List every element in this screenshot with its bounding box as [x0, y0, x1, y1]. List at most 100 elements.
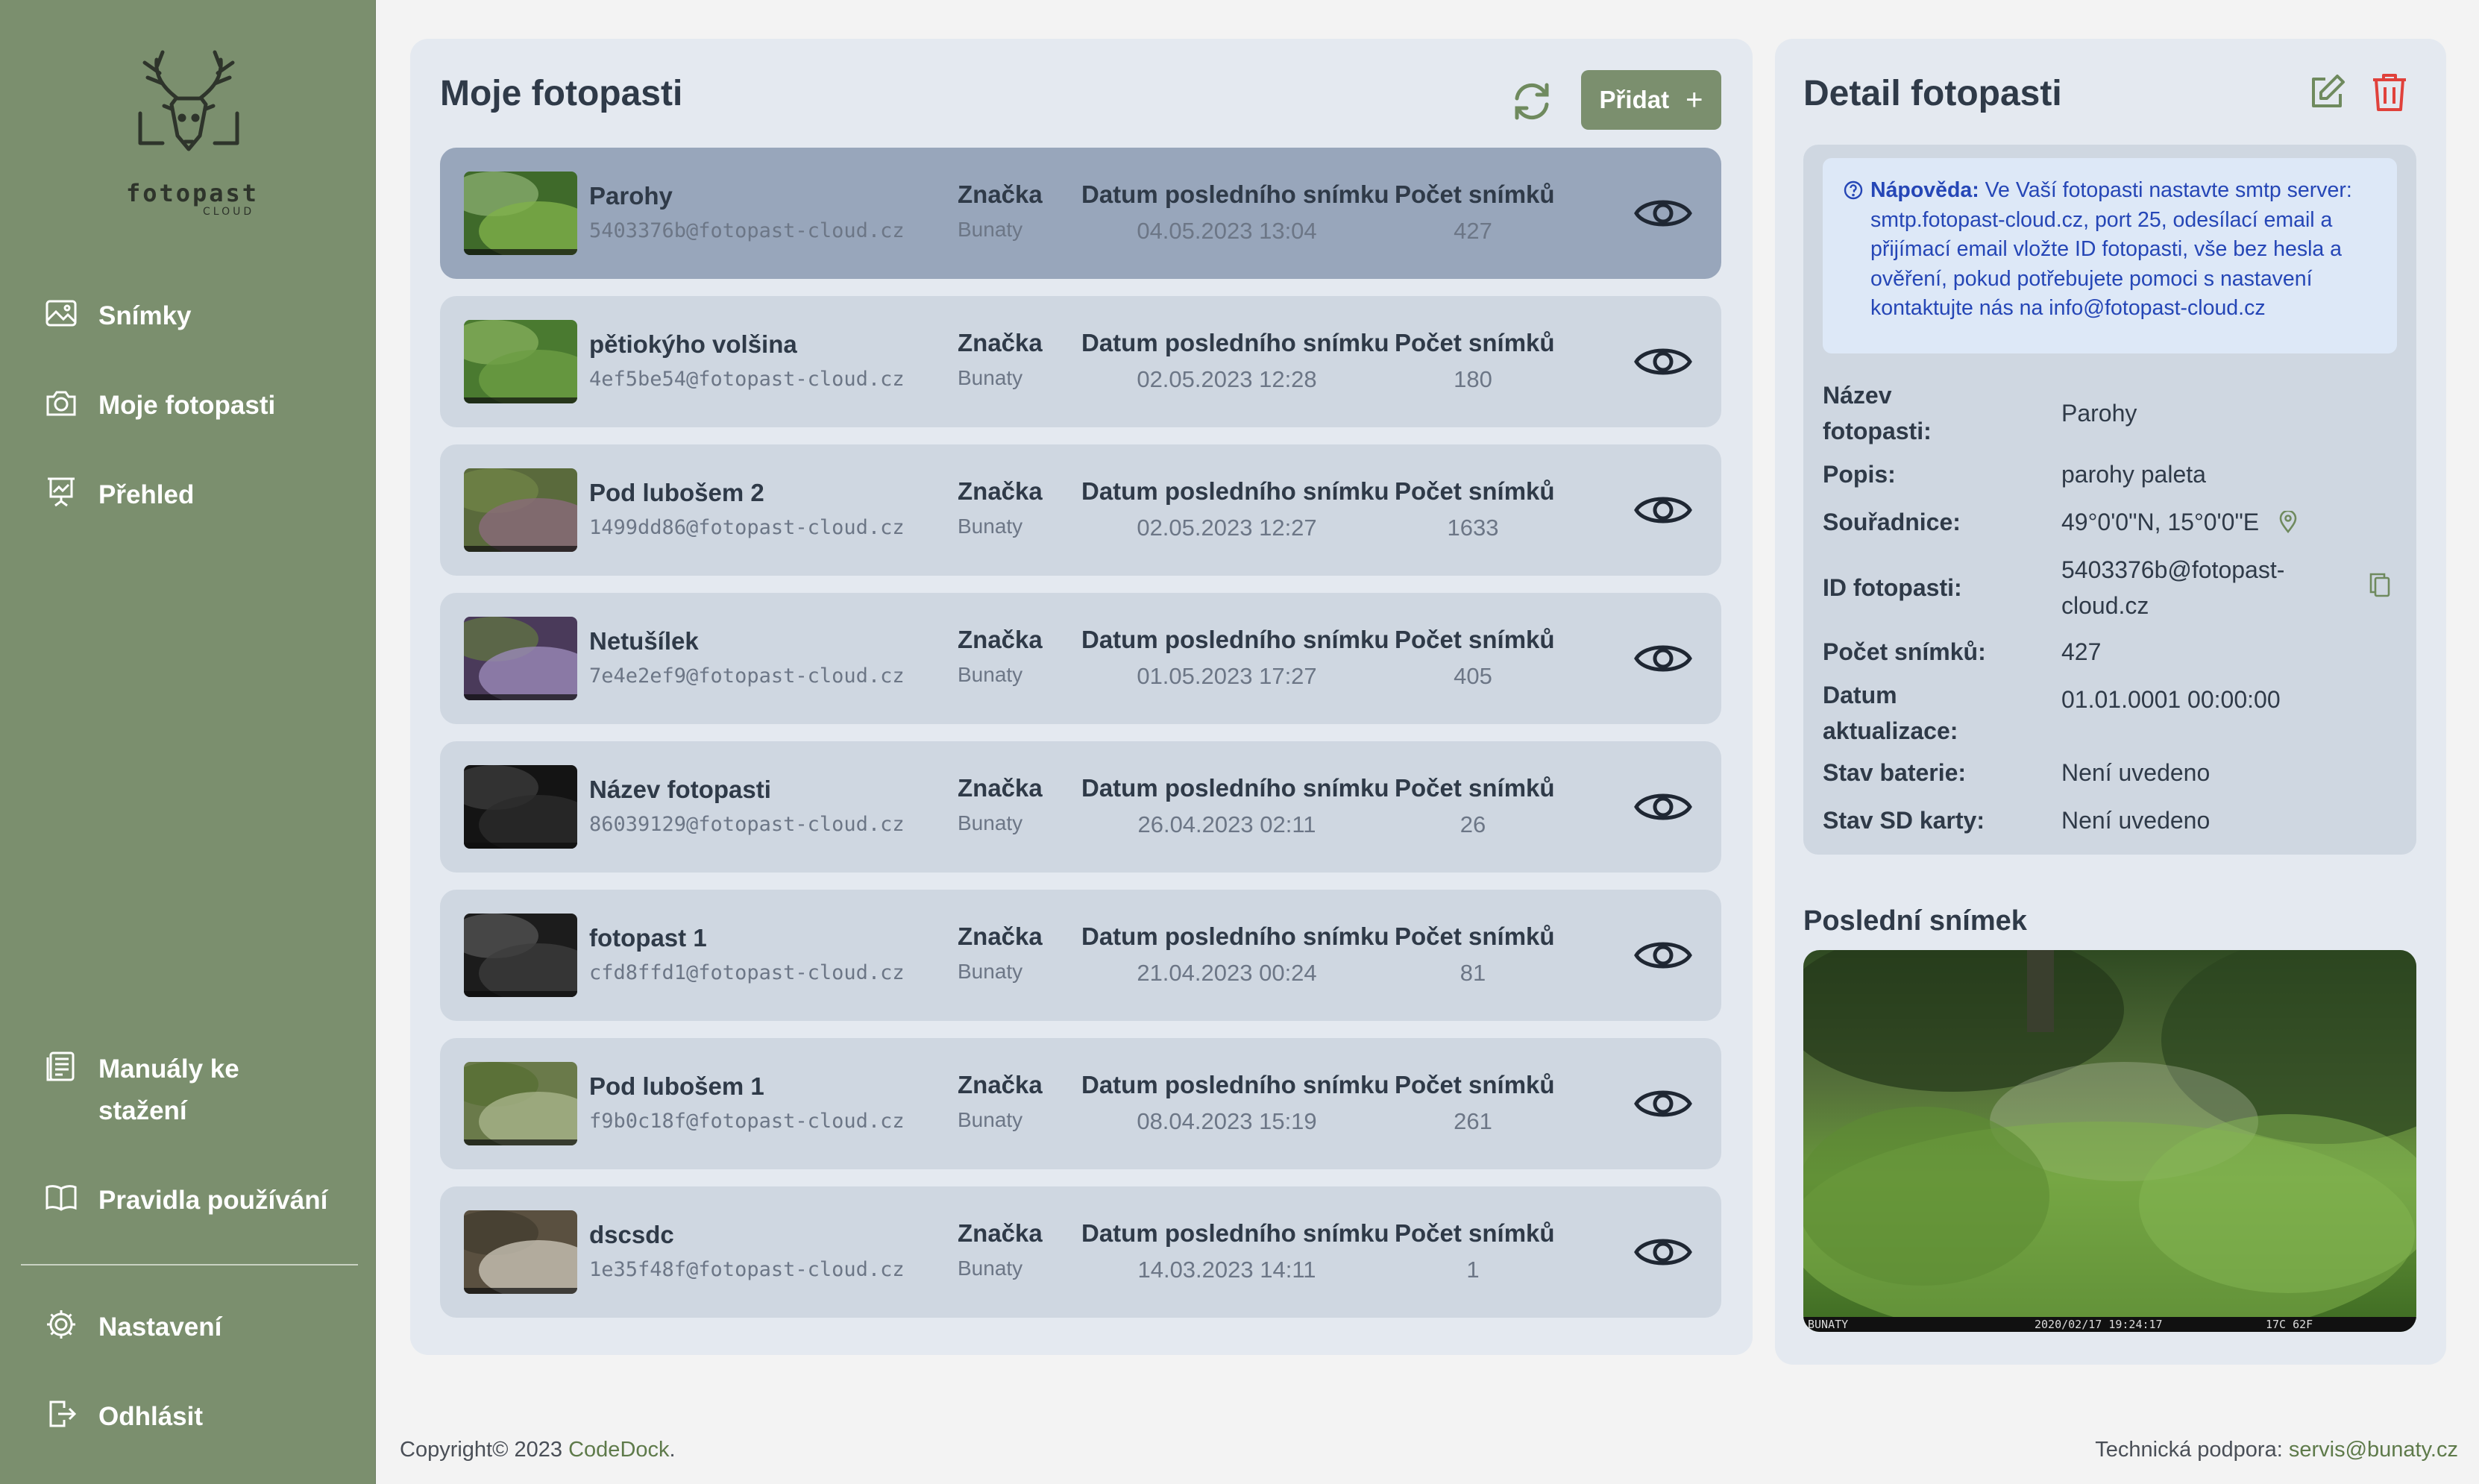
- brand-header: Značka: [958, 477, 1043, 505]
- help-label: Nápověda:: [1870, 178, 1979, 202]
- eye-icon: [1634, 1239, 1692, 1266]
- name-label-line: Název: [1823, 382, 1892, 409]
- camera-email: 4ef5be54@fotopast-cloud.cz: [589, 368, 905, 391]
- camera-email: 86039129@fotopast-cloud.cz: [589, 813, 905, 836]
- camera-row[interactable]: pětiokýho volšina 4ef5be54@fotopast-clou…: [440, 296, 1721, 427]
- copyright-prefix: Copyright© 2023: [400, 1438, 569, 1462]
- view-detail-button[interactable]: [1633, 928, 1693, 982]
- camera-thumbnail: [464, 468, 577, 552]
- camera-row[interactable]: Pod lubošem 1 f9b0c18f@fotopast-cloud.cz…: [440, 1038, 1721, 1169]
- refresh-button[interactable]: [1506, 76, 1557, 127]
- page-title: Moje fotopasti: [440, 74, 683, 113]
- last-photo-date-value: 21.04.2023 00:24: [1137, 960, 1317, 986]
- camera-icon: [43, 385, 79, 421]
- camera-thumbnail: [464, 765, 577, 849]
- document-icon: [43, 1048, 79, 1084]
- brand-value: Bunaty: [958, 960, 1023, 983]
- last-photo-date-header: Datum posledního snímku: [1081, 1219, 1389, 1247]
- photo-count-value: 26: [1460, 811, 1486, 837]
- add-camera-button[interactable]: Přidat +: [1581, 70, 1721, 130]
- nav-label: Moje fotopasti: [98, 391, 276, 420]
- nav-item-odhlasit[interactable]: Odhlásit: [43, 1396, 203, 1438]
- last-image-photo: [1803, 950, 2416, 1332]
- id-label: ID fotopasti:: [1823, 574, 1962, 601]
- brand-header: Značka: [958, 329, 1043, 356]
- view-detail-button[interactable]: [1633, 186, 1693, 240]
- stamp-datetime: 2020/02/17 19:24:17: [2035, 1318, 2163, 1331]
- eye-icon: [1634, 200, 1692, 227]
- coords-label: Souřadnice:: [1823, 509, 1961, 535]
- camera-email: 5403376b@fotopast-cloud.cz: [589, 219, 905, 242]
- camera-row[interactable]: Netušílek 7e4e2ef9@fotopast-cloud.cz Zna…: [440, 593, 1721, 724]
- app-logo[interactable]: fotopast CLOUD: [112, 46, 268, 225]
- camera-name: Netušílek: [589, 627, 699, 655]
- view-detail-button[interactable]: [1633, 780, 1693, 834]
- copy-button[interactable]: [2369, 571, 2391, 602]
- last-photo-date-value: 08.04.2023 15:19: [1137, 1108, 1317, 1134]
- brand-value: Bunaty: [958, 366, 1023, 389]
- camera-thumbnail: [464, 617, 577, 700]
- nav-label: Pravidla používání: [98, 1186, 328, 1215]
- view-detail-button[interactable]: [1633, 335, 1693, 389]
- name-label-line: fotopasti:: [1823, 418, 1932, 444]
- camera-name: Pod lubošem 2: [589, 479, 764, 506]
- last-photo-date-header: Datum posledního snímku: [1081, 1071, 1389, 1098]
- sd-value: Není uvedeno: [2061, 807, 2211, 834]
- eye-icon: [1634, 348, 1692, 375]
- presentation-chart-icon: [43, 474, 79, 510]
- last-photo-date-value: 04.05.2023 13:04: [1137, 218, 1317, 244]
- last-photo-date-header: Datum posledního snímku: [1081, 922, 1389, 950]
- detail-title: Detail fotopasti: [1803, 74, 2062, 113]
- delete-button[interactable]: [2366, 69, 2413, 116]
- view-detail-button[interactable]: [1633, 483, 1693, 537]
- view-detail-button[interactable]: [1633, 1225, 1693, 1279]
- nav-item-prehled[interactable]: Přehled: [43, 474, 194, 516]
- edit-icon: [2312, 75, 2345, 107]
- brand-header: Značka: [958, 1071, 1043, 1098]
- last-photo-date-value: 02.05.2023 12:27: [1137, 515, 1317, 541]
- photo-count-header: Počet snímků: [1395, 329, 1555, 356]
- logo-text: fotopast: [125, 179, 260, 207]
- camera-row[interactable]: Parohy 5403376b@fotopast-cloud.cz Značka…: [440, 148, 1721, 279]
- count-value: 427: [2061, 638, 2102, 665]
- nav-item-nastaveni[interactable]: Nastavení: [43, 1307, 221, 1348]
- nav-label: Odhlásit: [98, 1402, 204, 1431]
- camera-name: Pod lubošem 1: [589, 1072, 764, 1100]
- brand-value: Bunaty: [958, 663, 1023, 686]
- camera-thumbnail: [464, 1062, 577, 1145]
- updated-value: 01.01.0001 00:00:00: [2061, 686, 2281, 713]
- photo-count-value: 81: [1460, 960, 1486, 986]
- camera-thumbnail: [464, 172, 577, 255]
- eye-icon: [1634, 793, 1692, 820]
- camera-row[interactable]: Pod lubošem 2 1499dd86@fotopast-cloud.cz…: [440, 444, 1721, 576]
- last-image[interactable]: BUNATY 2020/02/17 19:24:17 17C 62F: [1803, 950, 2416, 1332]
- camera-name: fotopast 1: [589, 924, 707, 952]
- last-photo-date-value: 26.04.2023 02:11: [1137, 811, 1316, 837]
- nav-label: Přehled: [98, 480, 195, 509]
- nav-item-moje-fotopasti[interactable]: Moje fotopasti: [43, 385, 275, 427]
- camera-row[interactable]: dscsdc 1e35f48f@fotopast-cloud.cz Značka…: [440, 1186, 1721, 1318]
- brand-value: Bunaty: [958, 1257, 1023, 1280]
- nav-item-snimky[interactable]: Snímky: [43, 295, 192, 337]
- name-value: Parohy: [2061, 400, 2137, 427]
- camera-thumbnail: [464, 320, 577, 403]
- image-icon: [43, 295, 79, 331]
- battery-label: Stav baterie:: [1823, 759, 1967, 786]
- id-value-line: cloud.cz: [2061, 592, 2149, 619]
- nav-item-manualy[interactable]: Manuály ke stažení: [43, 1048, 255, 1132]
- view-detail-button[interactable]: [1633, 632, 1693, 685]
- codedock-link[interactable]: CodeDock: [568, 1438, 669, 1462]
- camera-row[interactable]: Název fotopasti 86039129@fotopast-cloud.…: [440, 741, 1721, 873]
- footer-support: Technická podpora: servis@bunaty.cz: [2095, 1438, 2458, 1462]
- support-email-link[interactable]: servis@bunaty.cz: [2289, 1438, 2458, 1462]
- last-photo-date-header: Datum posledního snímku: [1081, 774, 1389, 802]
- camera-row[interactable]: fotopast 1 cfd8ffd1@fotopast-cloud.cz Zn…: [440, 890, 1721, 1021]
- map-pin-icon[interactable]: [2279, 507, 2297, 543]
- updated-label: Datum aktualizace:: [1823, 677, 1958, 749]
- camera-email: 1499dd86@fotopast-cloud.cz: [589, 516, 905, 539]
- view-detail-button[interactable]: [1633, 1077, 1693, 1131]
- nav-item-pravidla[interactable]: Pravidla používání: [43, 1180, 327, 1222]
- brand-header: Značka: [958, 626, 1043, 653]
- edit-button[interactable]: [2303, 69, 2351, 116]
- photo-count-value: 1: [1466, 1257, 1480, 1283]
